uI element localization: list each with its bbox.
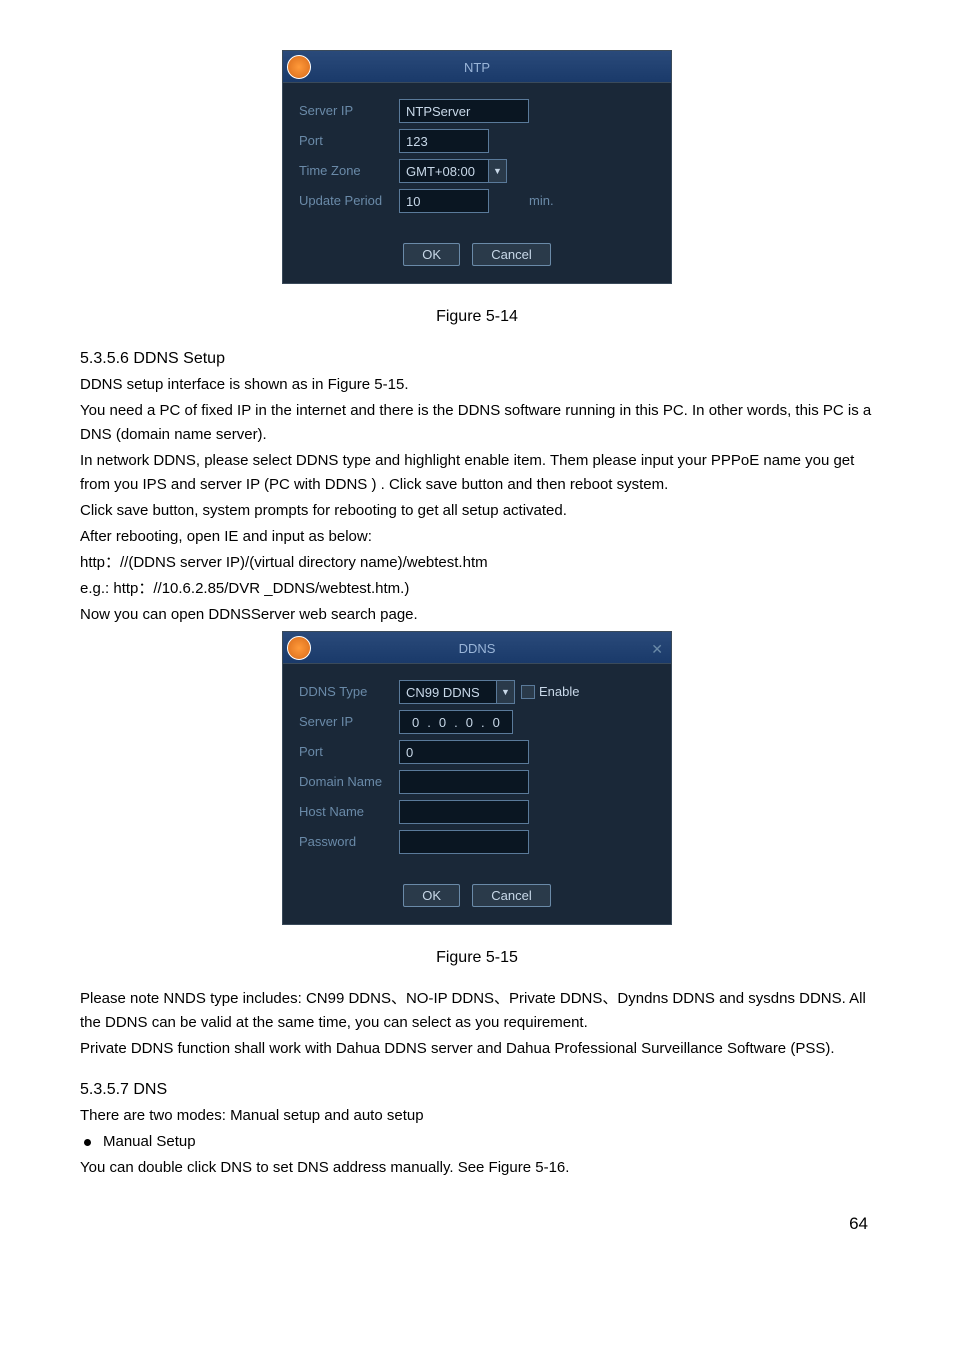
ntp-dialog-title: NTP bbox=[464, 58, 490, 79]
dns-text-1: There are two modes: Manual setup and au… bbox=[80, 1104, 874, 1128]
cancel-button[interactable]: Cancel bbox=[472, 243, 550, 266]
ip-seg-1: 0 bbox=[431, 713, 454, 731]
manual-setup-bullet: Manual Setup bbox=[103, 1130, 196, 1154]
ddns-text-2: You need a PC of fixed IP in the interne… bbox=[80, 399, 874, 447]
port-label: Port bbox=[299, 131, 399, 152]
section-ddns-setup-heading: 5.3.5.6 DDNS Setup bbox=[80, 346, 874, 372]
ddns-port-label: Port bbox=[299, 742, 399, 763]
enable-checkbox-wrap[interactable]: Enable bbox=[521, 682, 579, 703]
ntp-dialog: NTP Server IP Port Time Zone ▼ Update Pe… bbox=[282, 50, 672, 284]
ok-button[interactable]: OK bbox=[403, 243, 460, 266]
ddns-type-label: DDNS Type bbox=[299, 682, 399, 703]
ok-button[interactable]: OK bbox=[403, 884, 460, 907]
ddns-dialog-footer: OK Cancel bbox=[283, 864, 671, 924]
password-input[interactable] bbox=[399, 830, 529, 854]
app-icon bbox=[287, 55, 311, 79]
ddns-dialog-title: DDNS bbox=[459, 639, 496, 660]
server-ip-input[interactable] bbox=[399, 99, 529, 123]
host-name-label: Host Name bbox=[299, 802, 399, 823]
ddns-type-select[interactable] bbox=[399, 680, 497, 704]
update-period-label: Update Period bbox=[299, 191, 399, 212]
server-ip-label: Server IP bbox=[299, 101, 399, 122]
update-unit-label: min. bbox=[529, 191, 554, 212]
ddns-text-4: Click save button, system prompts for re… bbox=[80, 499, 874, 523]
enable-checkbox[interactable] bbox=[521, 685, 535, 699]
ddns-text-8: Now you can open DDNSServer web search p… bbox=[80, 603, 874, 627]
ip-seg-0: 0 bbox=[404, 713, 427, 731]
ntp-dialog-footer: OK Cancel bbox=[283, 223, 671, 283]
bullet-icon bbox=[84, 1139, 91, 1146]
cancel-button[interactable]: Cancel bbox=[472, 884, 550, 907]
domain-name-input[interactable] bbox=[399, 770, 529, 794]
ddns-dialog-body: DDNS Type ▼ Enable Server IP 0 . 0 . 0 .… bbox=[283, 664, 671, 864]
ip-seg-3: 0 bbox=[485, 713, 508, 731]
timezone-dropdown-icon[interactable]: ▼ bbox=[489, 159, 507, 183]
port-input[interactable] bbox=[399, 129, 489, 153]
ntp-dialog-header: NTP bbox=[283, 51, 671, 83]
page-number: 64 bbox=[80, 1210, 874, 1237]
ddns-dialog: DDNS ✕ DDNS Type ▼ Enable Server IP 0 . … bbox=[282, 631, 672, 925]
close-icon[interactable]: ✕ bbox=[651, 638, 663, 660]
ddns-server-ip-input[interactable]: 0 . 0 . 0 . 0 bbox=[399, 710, 513, 734]
timezone-select[interactable] bbox=[399, 159, 489, 183]
ddns-text-7: e.g.: http：//10.6.2.85/DVR _DDNS/webtest… bbox=[80, 577, 874, 601]
ddns-text-1: DDNS setup interface is shown as in Figu… bbox=[80, 373, 874, 397]
dns-bullet-row: Manual Setup bbox=[80, 1130, 874, 1154]
ddns-dialog-header: DDNS ✕ bbox=[283, 632, 671, 664]
nnds-text-1: Please note NNDS type includes: CN99 DDN… bbox=[80, 987, 874, 1035]
enable-label: Enable bbox=[539, 682, 579, 703]
password-label: Password bbox=[299, 832, 399, 853]
ddns-server-ip-label: Server IP bbox=[299, 712, 399, 733]
section-dns-heading: 5.3.5.7 DNS bbox=[80, 1077, 874, 1103]
ntp-dialog-body: Server IP Port Time Zone ▼ Update Period… bbox=[283, 83, 671, 223]
ddns-text-6: http：//(DDNS server IP)/(virtual directo… bbox=[80, 551, 874, 575]
ddns-port-input[interactable] bbox=[399, 740, 529, 764]
figure-5-15-caption: Figure 5-15 bbox=[80, 945, 874, 971]
nnds-text-2: Private DDNS function shall work with Da… bbox=[80, 1037, 874, 1061]
ip-seg-2: 0 bbox=[458, 713, 481, 731]
ddns-text-5: After rebooting, open IE and input as be… bbox=[80, 525, 874, 549]
ddns-type-dropdown-icon[interactable]: ▼ bbox=[497, 680, 515, 704]
ddns-text-3: In network DDNS, please select DDNS type… bbox=[80, 449, 874, 497]
dns-text-2: You can double click DNS to set DNS addr… bbox=[80, 1156, 874, 1180]
update-period-input[interactable] bbox=[399, 189, 489, 213]
domain-name-label: Domain Name bbox=[299, 772, 399, 793]
timezone-label: Time Zone bbox=[299, 161, 399, 182]
host-name-input[interactable] bbox=[399, 800, 529, 824]
figure-5-14-caption: Figure 5-14 bbox=[80, 304, 874, 330]
app-icon bbox=[287, 636, 311, 660]
